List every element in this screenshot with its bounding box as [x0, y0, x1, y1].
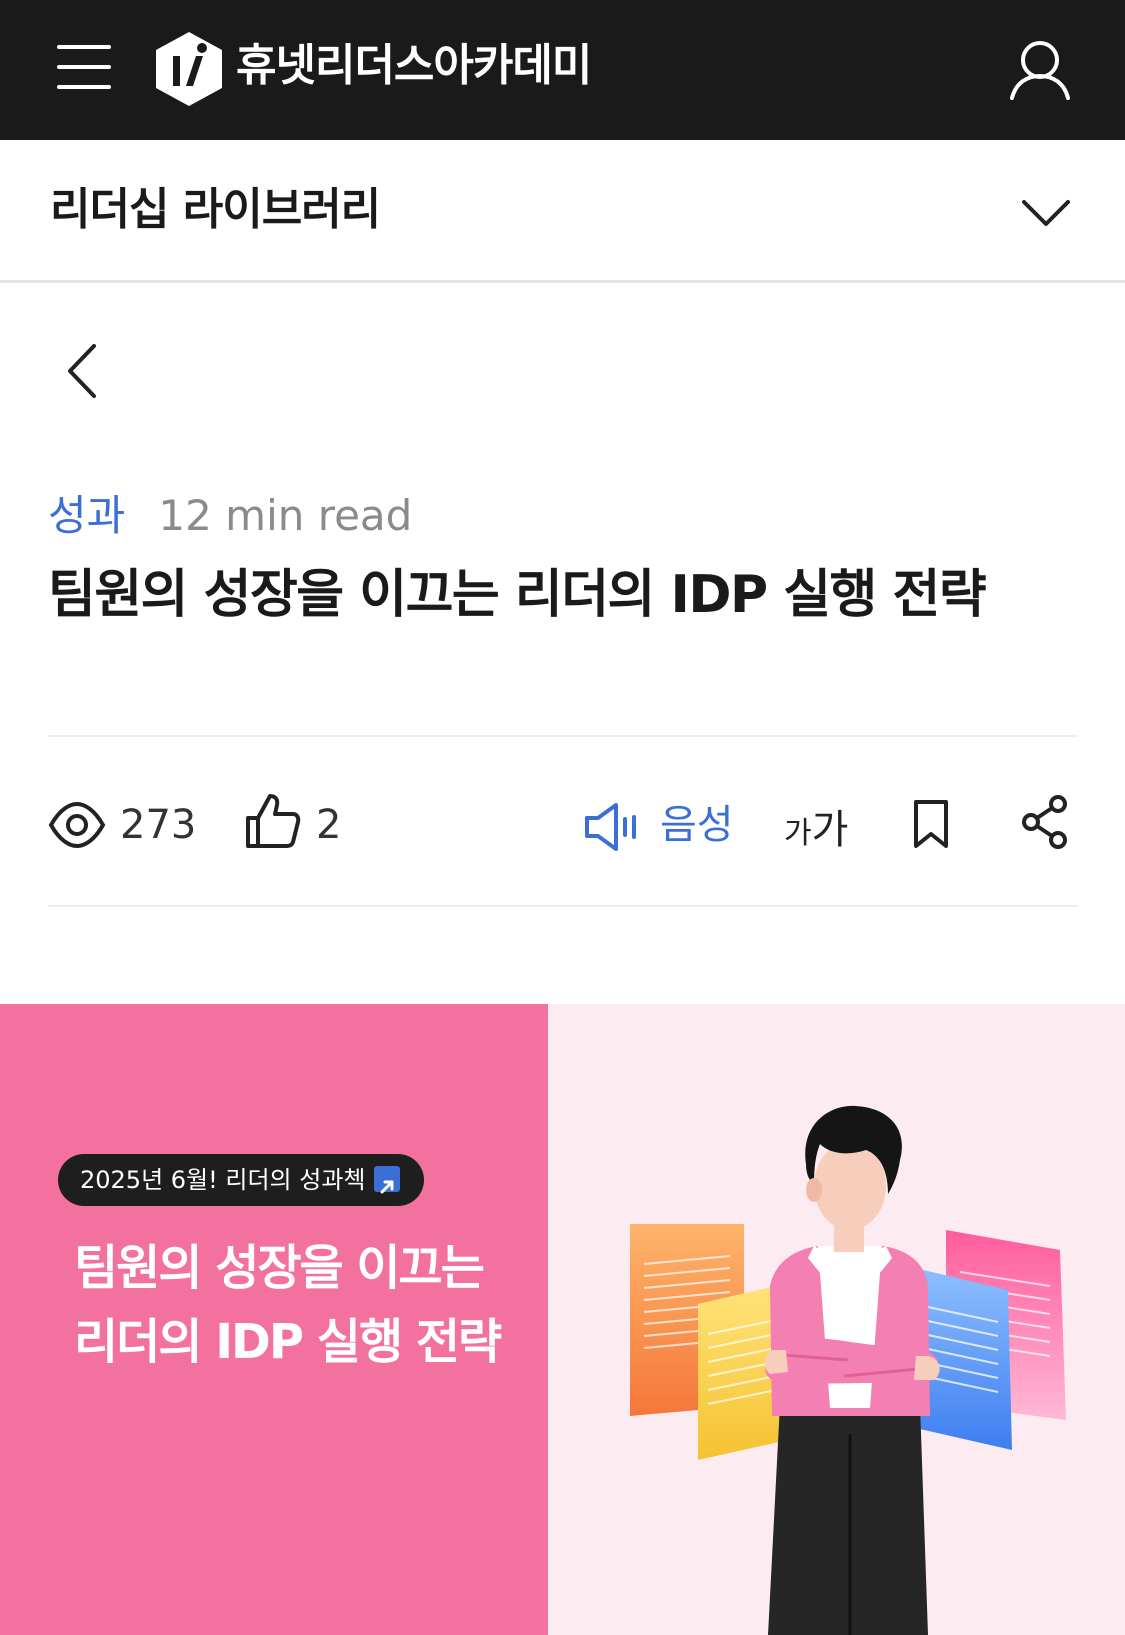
read-time: 12 min read — [158, 491, 413, 540]
like-count: 2 — [316, 802, 342, 848]
share-icon[interactable] — [1020, 794, 1070, 850]
font-size-button[interactable]: 가가 — [784, 800, 848, 864]
font-size-large: 가 — [811, 807, 849, 853]
divider-top — [48, 735, 1078, 737]
article-title: 팀원의 성장을 이끄는 리더의 IDP 실행 전략 — [48, 565, 987, 625]
top-navigation-bar: 휴넷리더스아카데미 — [0, 0, 1125, 140]
chevron-down-icon[interactable] — [1020, 196, 1072, 228]
article-actions: 273 2 음성 가가 — [0, 770, 1125, 880]
hero-badge: 2025년 6월! 리더의 성과첵 — [58, 1154, 424, 1206]
bookmark-icon[interactable] — [912, 798, 950, 850]
hero-banner: 2025년 6월! 리더의 성과첵 팀원의 성장을 이끄는 리더의 IDP 실행… — [0, 1004, 1125, 1635]
voice-button-label[interactable]: 음성 — [660, 795, 734, 855]
section-selector[interactable]: 리더십 라이브러리 — [0, 140, 1125, 283]
hero-text-panel: 2025년 6월! 리더의 성과첵 팀원의 성장을 이끄는 리더의 IDP 실행… — [0, 1004, 548, 1635]
hero-title-line2: 리더의 IDP 실행 전략 — [74, 1314, 502, 1370]
back-arrow-icon[interactable] — [58, 340, 106, 402]
hero-illustration-panel — [548, 1004, 1125, 1635]
view-count: 273 — [120, 802, 197, 848]
divider-bottom — [48, 905, 1078, 907]
hero-title-line1: 팀원의 성장을 이끄는 — [74, 1240, 485, 1296]
category-tag[interactable]: 성과 — [48, 491, 125, 540]
speaker-icon[interactable] — [584, 802, 640, 852]
thumbs-up-icon[interactable] — [244, 792, 302, 850]
hero-badge-text: 2025년 6월! 리더의 성과첵 — [80, 1166, 366, 1194]
person-illustration — [630, 1105, 1066, 1635]
menu-icon[interactable] — [57, 45, 111, 89]
eye-icon — [48, 801, 106, 849]
section-title: 리더십 라이브러리 — [50, 184, 381, 235]
brand-name[interactable]: 휴넷리더스아카데미 — [236, 36, 592, 96]
article-meta: 성과 12 min read — [48, 486, 412, 546]
external-arrow-icon — [373, 1166, 400, 1194]
font-size-small: 가 — [784, 816, 812, 851]
logo-icon[interactable] — [154, 30, 224, 108]
user-icon[interactable] — [1008, 38, 1072, 102]
